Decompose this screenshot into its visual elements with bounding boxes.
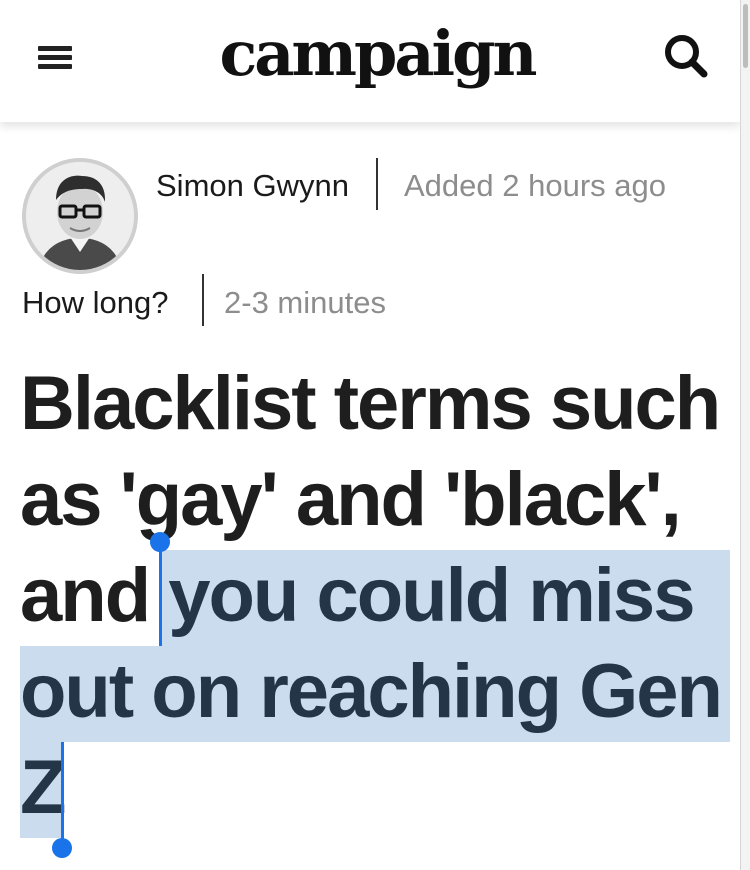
selection-start-caret	[159, 544, 162, 646]
selection-start-handle[interactable]	[150, 532, 170, 552]
scrollbar[interactable]	[740, 0, 750, 870]
headline-text: and	[20, 553, 169, 638]
selected-text: Z	[20, 745, 66, 830]
selection-end-caret	[61, 742, 64, 846]
read-time-divider	[202, 274, 204, 326]
read-time-label: How long?	[22, 285, 169, 320]
article-headline: Blacklist terms such as 'gay' and 'black…	[20, 356, 732, 836]
published-time: Added 2 hours ago	[404, 168, 666, 203]
headline-line: and you could miss	[20, 548, 732, 644]
selected-text: you could miss	[168, 553, 695, 638]
headline-line: as 'gay' and 'black',	[20, 457, 682, 542]
author-avatar[interactable]	[22, 158, 138, 274]
headline-line: Blacklist terms such	[20, 361, 721, 446]
read-time-value: 2-3 minutes	[224, 285, 386, 320]
selected-text: out on reaching Gen	[20, 649, 723, 734]
hamburger-menu-icon[interactable]	[36, 42, 80, 72]
search-icon[interactable]	[660, 30, 712, 82]
selection-end-handle[interactable]	[52, 838, 72, 858]
scrollbar-thumb[interactable]	[743, 4, 748, 68]
byline-divider	[376, 158, 378, 210]
campaign-logo[interactable]: campaign	[212, 14, 542, 94]
site-header: campaign	[0, 0, 740, 122]
author-name[interactable]: Simon Gwynn	[156, 166, 349, 206]
